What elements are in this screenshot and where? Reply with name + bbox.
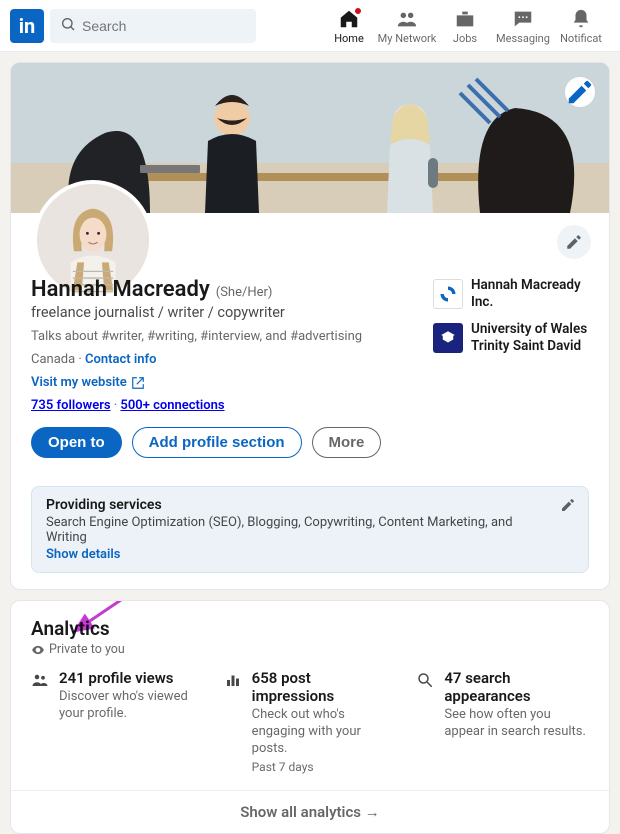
search-icon bbox=[60, 16, 76, 36]
nav-notifications[interactable]: Notificat bbox=[552, 7, 610, 45]
stat-post-impressions[interactable]: 658 post impressions Check out who's eng… bbox=[224, 669, 397, 774]
chart-icon bbox=[224, 669, 244, 774]
analytics-title: Analytics bbox=[31, 617, 589, 640]
profile-headline: freelance journalist / writer / copywrit… bbox=[31, 304, 419, 321]
profile-card: Hannah Macready (She/Her) freelance jour… bbox=[10, 62, 610, 590]
stat-desc: Discover who's viewed your profile. bbox=[59, 689, 204, 723]
profile-name: Hannah Macready bbox=[31, 277, 210, 302]
stat-value: 658 post impressions bbox=[252, 669, 397, 705]
org-name: Hannah Macready Inc. bbox=[471, 277, 589, 311]
bell-icon bbox=[569, 7, 593, 31]
nav-label: Jobs bbox=[453, 32, 477, 45]
contact-info-link[interactable]: Contact info bbox=[85, 352, 156, 367]
eye-icon bbox=[31, 643, 45, 657]
org-name: University of Wales Trinity Saint David bbox=[471, 321, 589, 355]
search-box[interactable] bbox=[50, 9, 256, 43]
search-icon bbox=[416, 669, 436, 774]
nav-label: My Network bbox=[378, 32, 437, 45]
add-profile-section-button[interactable]: Add profile section bbox=[132, 427, 302, 458]
stat-desc: Check out who's engaging with your posts… bbox=[252, 707, 397, 758]
nav-label: Home bbox=[334, 32, 364, 45]
stat-desc: See how often you appear in search resul… bbox=[444, 707, 589, 741]
open-to-button[interactable]: Open to bbox=[31, 427, 122, 458]
org-university[interactable]: University of Wales Trinity Saint David bbox=[433, 321, 589, 355]
services-desc: Search Engine Optimization (SEO), Bloggi… bbox=[46, 515, 548, 545]
connections-link[interactable]: 500+ connections bbox=[120, 398, 224, 413]
stat-value: 241 profile views bbox=[59, 669, 204, 687]
services-title: Providing services bbox=[46, 497, 548, 513]
linkedin-logo[interactable]: in bbox=[10, 9, 44, 43]
stat-profile-views[interactable]: 241 profile views Discover who's viewed … bbox=[31, 669, 204, 774]
show-all-analytics[interactable]: Show all analytics → bbox=[11, 790, 609, 833]
stat-value: 47 search appearances bbox=[444, 669, 589, 705]
more-button[interactable]: More bbox=[312, 427, 382, 458]
services-box: Providing services Search Engine Optimiz… bbox=[31, 486, 589, 573]
connections-line: 735 followers · 500+ connections bbox=[31, 398, 419, 413]
stat-sub: Past 7 days bbox=[252, 760, 397, 774]
profile-pronouns: (She/Her) bbox=[216, 285, 273, 300]
nav-label: Messaging bbox=[496, 32, 550, 45]
analytics-card: Analytics Private to you 241 profile vie… bbox=[10, 600, 610, 834]
message-icon bbox=[511, 7, 535, 31]
edit-services-button[interactable] bbox=[560, 497, 576, 517]
stat-search-appearances[interactable]: 47 search appearances See how often you … bbox=[416, 669, 589, 774]
nav-label: Notificat bbox=[560, 32, 602, 45]
website-label: Visit my website bbox=[31, 375, 127, 390]
talks-about: Talks about #writer, #writing, #intervie… bbox=[31, 329, 419, 344]
briefcase-icon bbox=[453, 7, 477, 31]
search-input[interactable] bbox=[82, 18, 246, 34]
people-icon bbox=[31, 669, 51, 774]
edit-profile-button[interactable] bbox=[557, 225, 591, 259]
nav-jobs[interactable]: Jobs bbox=[436, 7, 494, 45]
nav-network[interactable]: My Network bbox=[378, 7, 436, 45]
website-link[interactable]: Visit my website bbox=[31, 375, 145, 390]
location: Canada bbox=[31, 352, 75, 367]
company-logo-icon bbox=[433, 279, 463, 309]
notification-badge-icon bbox=[354, 7, 362, 15]
private-label: Private to you bbox=[31, 642, 589, 657]
nav-messaging[interactable]: Messaging bbox=[494, 7, 552, 45]
nav-home[interactable]: Home bbox=[320, 7, 378, 45]
followers-link[interactable]: 735 followers bbox=[31, 398, 111, 413]
university-logo-icon bbox=[433, 323, 463, 353]
network-icon bbox=[395, 7, 419, 31]
nav-items: Home My Network Jobs Messaging Notificat bbox=[320, 7, 610, 45]
location-line: Canada · Contact info bbox=[31, 352, 419, 367]
org-company[interactable]: Hannah Macready Inc. bbox=[433, 277, 589, 311]
edit-cover-button[interactable] bbox=[565, 77, 595, 107]
services-show-details[interactable]: Show details bbox=[46, 547, 548, 562]
top-nav: in Home My Network Jobs bbox=[0, 0, 620, 52]
profile-info: Hannah Macready (She/Her) freelance jour… bbox=[11, 213, 609, 472]
